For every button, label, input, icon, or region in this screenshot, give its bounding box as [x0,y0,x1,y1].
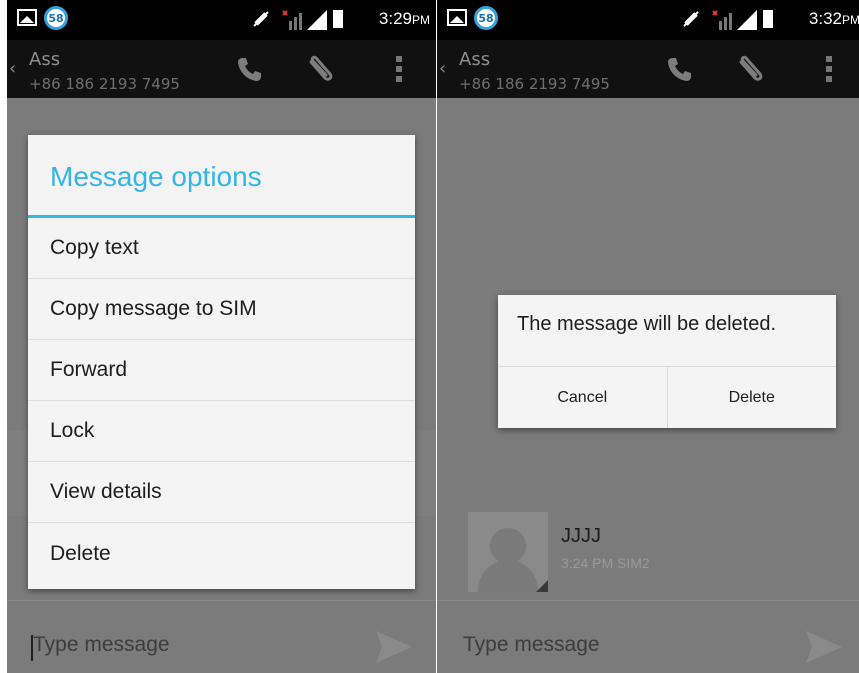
back-chevron-icon[interactable]: ‹ [439,58,446,79]
status-bar: 58 3:29PM [7,0,436,40]
send-icon[interactable] [804,629,844,665]
dialog-title: Message options [50,161,262,192]
option-delete[interactable]: Delete [28,523,415,584]
notification-count-badge: 58 [474,6,498,30]
message-meta: 3:24 PM SIM2 [561,555,650,571]
option-copy-text[interactable]: Copy text [28,218,415,279]
no-sim-icon [712,10,732,30]
action-bar: ‹ Ass +86 186 2193 7495 [437,40,859,98]
mute-icon [253,11,269,27]
delete-button[interactable]: Delete [666,367,837,428]
call-icon[interactable] [236,56,262,82]
right-screen: 58 3:32PM ‹ Ass +86 186 2193 7495 JJJJ 3… [437,0,859,673]
option-forward[interactable]: Forward [28,340,415,401]
signal-icon [307,10,327,30]
message-input[interactable]: Type message [463,633,600,657]
message-options-dialog: Message options Copy text Copy message t… [28,135,415,589]
overflow-menu-icon[interactable] [396,56,404,82]
action-bar: ‹ Ass +86 186 2193 7495 [7,40,436,98]
message-input[interactable]: Type message [33,633,170,657]
contact-name: Ass [29,49,61,70]
image-icon [447,9,467,26]
notification-count-badge: 58 [44,6,68,30]
avatar [468,512,548,592]
no-sim-icon [282,10,302,30]
contact-number: +86 186 2193 7495 [29,75,180,93]
mute-icon [683,11,699,27]
compose-bar: Type message [437,600,859,673]
message-list-item[interactable]: JJJJ 3:24 PM SIM2 [437,512,859,592]
delete-confirm-dialog: The message will be deleted. Cancel Dele… [498,295,836,428]
back-chevron-icon[interactable]: ‹ [9,58,16,79]
message-sender: JJJJ [561,525,601,547]
clock: 3:32PM [808,9,859,28]
overflow-menu-icon[interactable] [826,56,834,82]
option-copy-to-sim[interactable]: Copy message to SIM [28,279,415,340]
option-view-details[interactable]: View details [28,462,415,523]
contact-name: Ass [459,49,491,70]
contact-number: +86 186 2193 7495 [459,75,610,93]
left-screen: 58 3:29PM ‹ Ass +86 186 2193 7495 Type m… [7,0,436,673]
signal-icon [737,10,757,30]
clock: 3:29PM [378,9,430,28]
status-bar: 58 3:32PM [437,0,859,40]
compose-bar: Type message [7,600,436,673]
dialog-buttons: Cancel Delete [498,366,836,428]
attach-icon[interactable] [305,52,337,84]
call-icon[interactable] [666,56,692,82]
image-icon [17,9,37,26]
battery-icon [763,10,773,28]
options-list: Copy text Copy message to SIM Forward Lo… [28,218,415,584]
send-icon[interactable] [374,629,414,665]
cancel-button[interactable]: Cancel [498,367,667,428]
dialog-message: The message will be deleted. [517,313,777,335]
battery-icon [333,10,343,28]
attach-icon[interactable] [735,52,767,84]
option-lock[interactable]: Lock [28,401,415,462]
